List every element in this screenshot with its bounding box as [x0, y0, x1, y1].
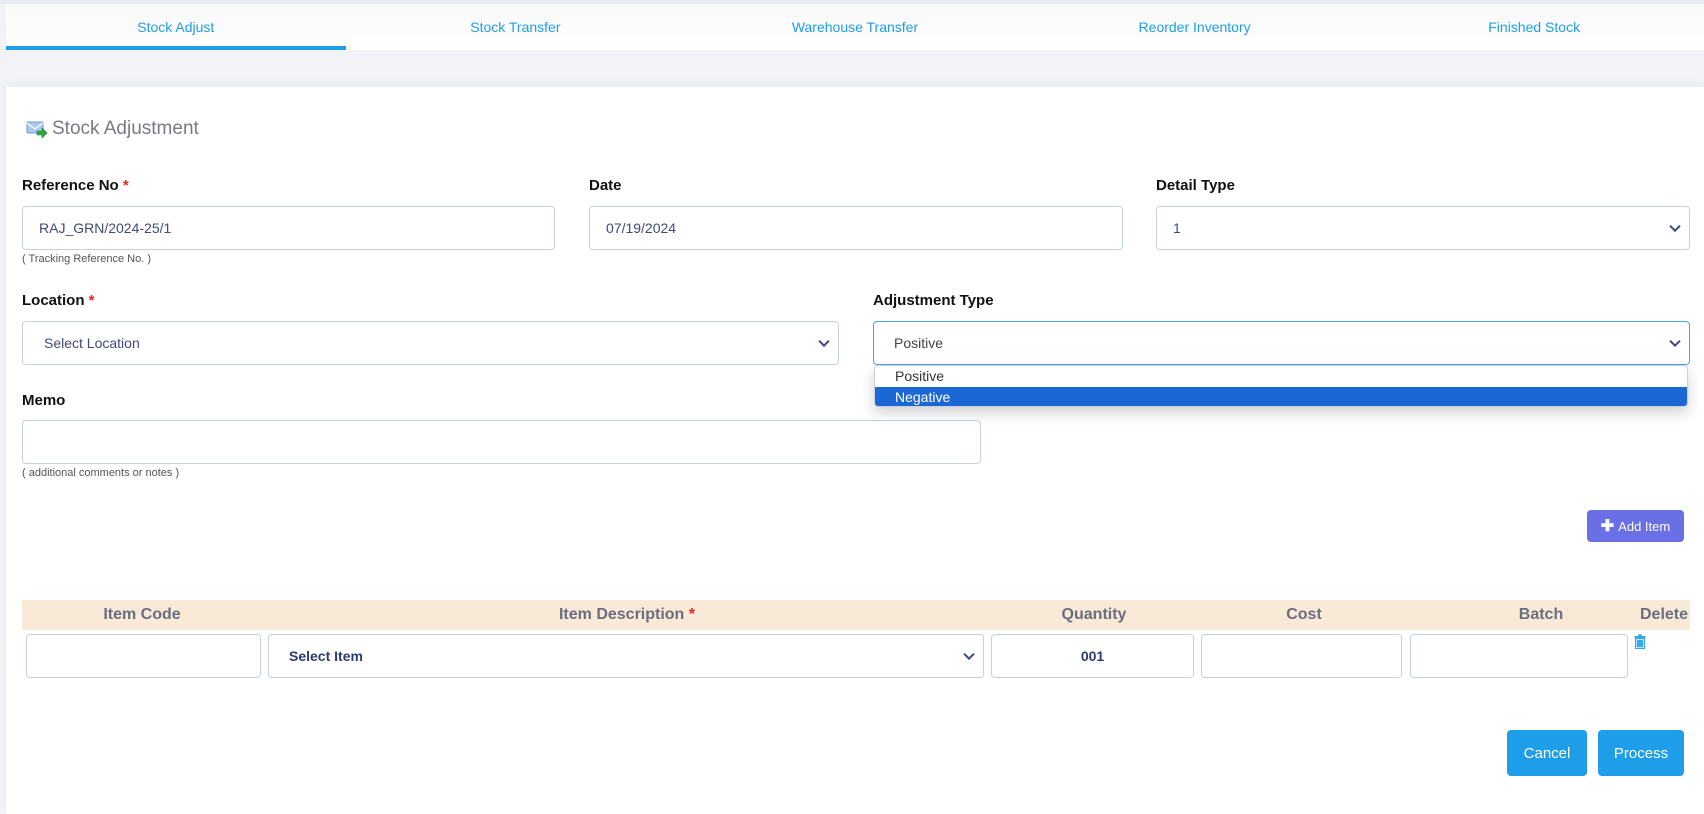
process-button[interactable]: Process	[1598, 730, 1684, 776]
location-label: Location *	[22, 292, 95, 309]
memo-input[interactable]	[22, 420, 981, 464]
add-item-label: Add Item	[1618, 518, 1671, 534]
adjustment-type-label: Adjustment Type	[873, 292, 994, 309]
required-mark: *	[88, 292, 95, 309]
column-item-description: Item Description *	[268, 606, 986, 624]
tab-stock-transfer[interactable]: Stock Transfer	[346, 4, 686, 50]
chevron-down-icon	[1669, 220, 1681, 233]
location-select[interactable]: Select Location	[22, 321, 839, 365]
column-delete: Delete	[1639, 606, 1689, 623]
column-quantity: Quantity	[1061, 606, 1127, 623]
batch-input[interactable]	[1410, 634, 1628, 678]
chevron-down-icon	[1669, 335, 1681, 348]
column-cost: Cost	[1286, 606, 1322, 623]
items-table-header: Item Code Item Description * Quantity Co…	[22, 600, 1690, 630]
reference-no-input[interactable]: RAJ_GRN/2024-25/1	[22, 206, 555, 250]
reference-no-hint: ( Tracking Reference No. )	[22, 253, 151, 265]
item-code-input[interactable]	[26, 634, 261, 678]
memo-hint: ( additional comments or notes )	[22, 467, 180, 479]
tab-warehouse-transfer[interactable]: Warehouse Transfer	[685, 4, 1025, 50]
item-description-select[interactable]: Select Item	[268, 634, 984, 678]
reference-no-value: RAJ_GRN/2024-25/1	[39, 220, 172, 236]
stock-adjust-icon	[26, 120, 48, 139]
column-item-code: Item Code	[103, 606, 181, 623]
quantity-value: 001	[1080, 648, 1105, 664]
add-item-button[interactable]: ✚ Add Item	[1587, 510, 1684, 542]
cost-input[interactable]	[1201, 634, 1402, 678]
location-label-text: Location	[22, 292, 85, 309]
adjustment-type-select[interactable]: Positive	[873, 321, 1690, 365]
detail-type-select[interactable]: 1	[1156, 206, 1690, 250]
required-mark: *	[688, 606, 696, 623]
chevron-down-icon	[963, 648, 975, 661]
option-negative[interactable]: Negative	[875, 387, 1687, 406]
detail-type-label: Detail Type	[1156, 177, 1235, 194]
tab-stock-adjust[interactable]: Stock Adjust	[6, 4, 346, 50]
page-title-text: Stock Adjustment	[52, 118, 199, 139]
item-description-value: Select Item	[289, 648, 363, 664]
reference-no-label: Reference No *	[22, 177, 129, 194]
adjustment-type-dropdown: Positive Negative	[874, 365, 1688, 407]
memo-label: Memo	[22, 392, 66, 409]
date-value: 07/19/2024	[606, 220, 677, 236]
tab-bar: Stock Adjust Stock Transfer Warehouse Tr…	[6, 4, 1704, 50]
required-mark: *	[122, 177, 129, 194]
adjustment-type-value: Positive	[894, 335, 944, 351]
tab-finished-stock[interactable]: Finished Stock	[1364, 4, 1704, 50]
location-value: Select Location	[44, 335, 140, 351]
page-title: Stock Adjustment	[26, 118, 199, 140]
tab-reorder-inventory[interactable]: Reorder Inventory	[1025, 4, 1365, 50]
quantity-input[interactable]: 001	[991, 634, 1194, 678]
chevron-down-icon	[818, 335, 830, 348]
cancel-button[interactable]: Cancel	[1507, 730, 1587, 776]
date-input[interactable]: 07/19/2024	[589, 206, 1123, 250]
trash-icon[interactable]	[1634, 634, 1646, 649]
reference-no-label-text: Reference No	[22, 177, 119, 194]
detail-type-value: 1	[1173, 220, 1181, 236]
column-item-description-text: Item Description	[558, 606, 685, 623]
plus-icon: ✚	[1600, 518, 1615, 535]
option-positive[interactable]: Positive	[875, 366, 1687, 387]
date-label: Date	[589, 177, 622, 194]
